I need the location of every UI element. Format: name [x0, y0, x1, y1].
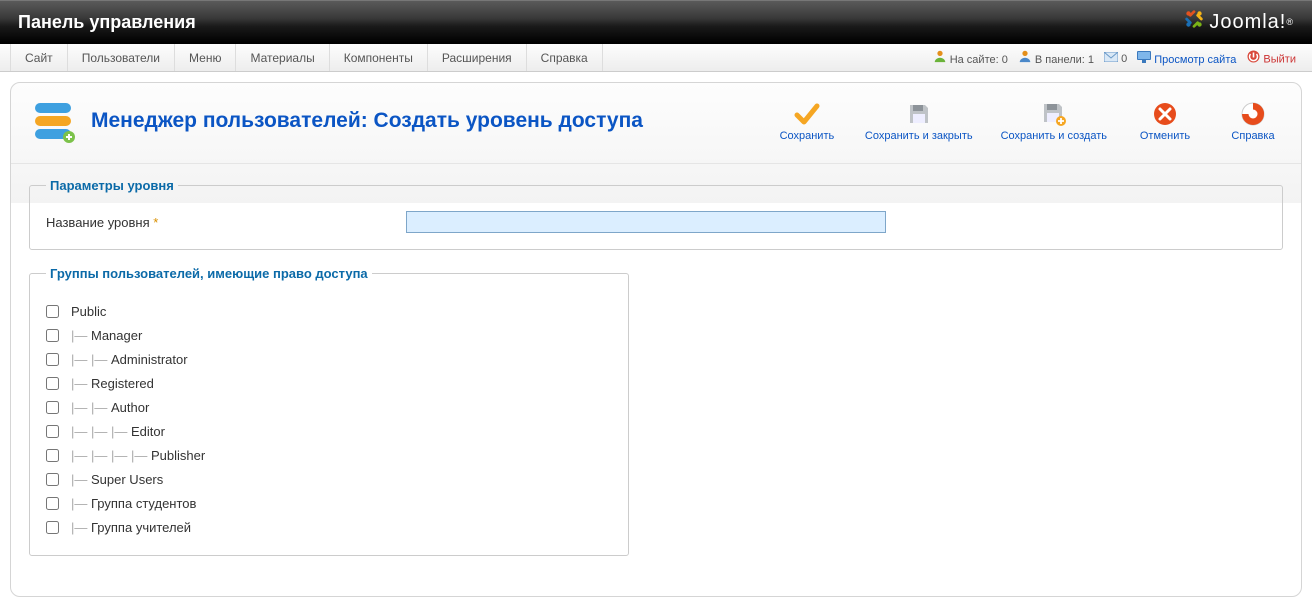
tree-indent-icon: |—	[91, 400, 111, 415]
tree-indent-icon: |—	[71, 448, 91, 463]
tree-indent-icon: |—	[71, 520, 91, 535]
legend-groups: Группы пользователей, имеющие право дост…	[46, 266, 372, 281]
tree-indent-icon: |—	[111, 448, 131, 463]
group-row: |—Группа студентов	[46, 491, 612, 515]
app-title: Панель управления	[18, 12, 196, 33]
tree-indent-icon: |—	[71, 424, 91, 439]
cancel-icon	[1151, 100, 1179, 128]
required-asterisk: *	[153, 215, 158, 230]
input-level-name[interactable]	[406, 211, 886, 233]
group-row: |—Manager	[46, 323, 612, 347]
tree-indent-icon: |—	[71, 496, 91, 511]
group-checkbox[interactable]	[46, 401, 59, 414]
group-label: Publisher	[151, 448, 205, 463]
group-label: Administrator	[111, 352, 188, 367]
tree-indent-icon: |—	[91, 448, 111, 463]
joomla-icon	[1183, 8, 1205, 36]
menu-content[interactable]: Материалы	[236, 44, 329, 71]
tree-indent-icon: |—	[71, 352, 91, 367]
label-level-name: Название уровня *	[46, 215, 406, 230]
group-row: |—|—Administrator	[46, 347, 612, 371]
tree-indent-icon: |—	[111, 424, 131, 439]
group-row: Public	[46, 299, 612, 323]
fieldset-level: Параметры уровня Название уровня *	[29, 178, 1283, 250]
menu-users[interactable]: Пользователи	[68, 44, 175, 71]
group-checkbox[interactable]	[46, 497, 59, 510]
group-label: Author	[111, 400, 149, 415]
link-view-site[interactable]: Просмотр сайта	[1137, 50, 1236, 66]
panel-header: Менеджер пользователей: Создать уровень …	[11, 83, 1301, 164]
title-bar: Панель управления Joomla!®	[0, 0, 1312, 44]
group-label: Registered	[91, 376, 154, 391]
menu-right: На сайте: 0 В панели: 1 0 Просмотр сайта	[933, 44, 1302, 71]
group-row: |—|—|—|—Publisher	[46, 443, 612, 467]
toolbar: Сохранить Сохранить и закрыть Сохранить …	[777, 100, 1283, 142]
mail-icon	[1104, 50, 1118, 64]
group-row: |—Registered	[46, 371, 612, 395]
menu-help[interactable]: Справка	[527, 44, 603, 71]
floppy-icon	[905, 100, 933, 128]
group-row: |—Группа учителей	[46, 515, 612, 539]
toolbar-save[interactable]: Сохранить	[777, 100, 837, 142]
check-icon	[793, 100, 821, 128]
tree-indent-icon: |—	[71, 400, 91, 415]
group-label: Public	[71, 304, 106, 319]
group-label: Группа учителей	[91, 520, 191, 535]
monitor-icon	[1137, 50, 1151, 64]
group-checkbox[interactable]	[46, 377, 59, 390]
status-onsite: На сайте: 0	[933, 49, 1008, 66]
menu-menu[interactable]: Меню	[175, 44, 236, 71]
joomla-logo: Joomla!®	[1183, 8, 1294, 36]
main-menu: Сайт Пользователи Меню Материалы Компоне…	[0, 44, 1312, 72]
toolbar-save-close[interactable]: Сохранить и закрыть	[865, 100, 973, 142]
tree-indent-icon: |—	[71, 376, 91, 391]
floppy-plus-icon	[1040, 100, 1068, 128]
group-checkbox[interactable]	[46, 305, 59, 318]
toolbar-help[interactable]: Справка	[1223, 100, 1283, 142]
group-row: |—|—Author	[46, 395, 612, 419]
tree-indent-icon: |—	[71, 472, 91, 487]
group-row: |—|—|—Editor	[46, 419, 612, 443]
menu-left: Сайт Пользователи Меню Материалы Компоне…	[10, 44, 603, 71]
help-icon	[1239, 100, 1267, 128]
status-inpanel: В панели: 1	[1018, 49, 1094, 66]
tree-indent-icon: |—	[91, 352, 111, 367]
group-label: Editor	[131, 424, 165, 439]
fieldset-groups: Группы пользователей, имеющие право дост…	[29, 266, 629, 556]
group-checkbox[interactable]	[46, 521, 59, 534]
main-panel: Менеджер пользователей: Создать уровень …	[10, 82, 1302, 597]
link-logout[interactable]: Выйти	[1246, 49, 1296, 66]
users-front-icon	[933, 49, 947, 63]
status-messages[interactable]: 0	[1104, 50, 1127, 65]
group-checkbox[interactable]	[46, 473, 59, 486]
toolbar-cancel[interactable]: Отменить	[1135, 100, 1195, 142]
brand-text: Joomla!	[1209, 11, 1286, 34]
tree-indent-icon: |—	[131, 448, 151, 463]
tree-indent-icon: |—	[71, 328, 91, 343]
group-label: Manager	[91, 328, 142, 343]
toolbar-save-new[interactable]: Сохранить и создать	[1001, 100, 1107, 142]
group-checkbox[interactable]	[46, 425, 59, 438]
menu-components[interactable]: Компоненты	[330, 44, 428, 71]
group-label: Группа студентов	[91, 496, 196, 511]
group-checkbox[interactable]	[46, 449, 59, 462]
legend-level: Параметры уровня	[46, 178, 178, 193]
group-label: Super Users	[91, 472, 163, 487]
page-title: Менеджер пользователей: Создать уровень …	[91, 109, 643, 133]
group-checkbox[interactable]	[46, 353, 59, 366]
tree-indent-icon: |—	[91, 424, 111, 439]
logout-icon	[1246, 49, 1260, 63]
user-levels-icon	[29, 97, 77, 145]
users-admin-icon	[1018, 49, 1032, 63]
menu-site[interactable]: Сайт	[10, 44, 68, 71]
menu-extensions[interactable]: Расширения	[428, 44, 527, 71]
group-checkbox[interactable]	[46, 329, 59, 342]
group-row: |—Super Users	[46, 467, 612, 491]
